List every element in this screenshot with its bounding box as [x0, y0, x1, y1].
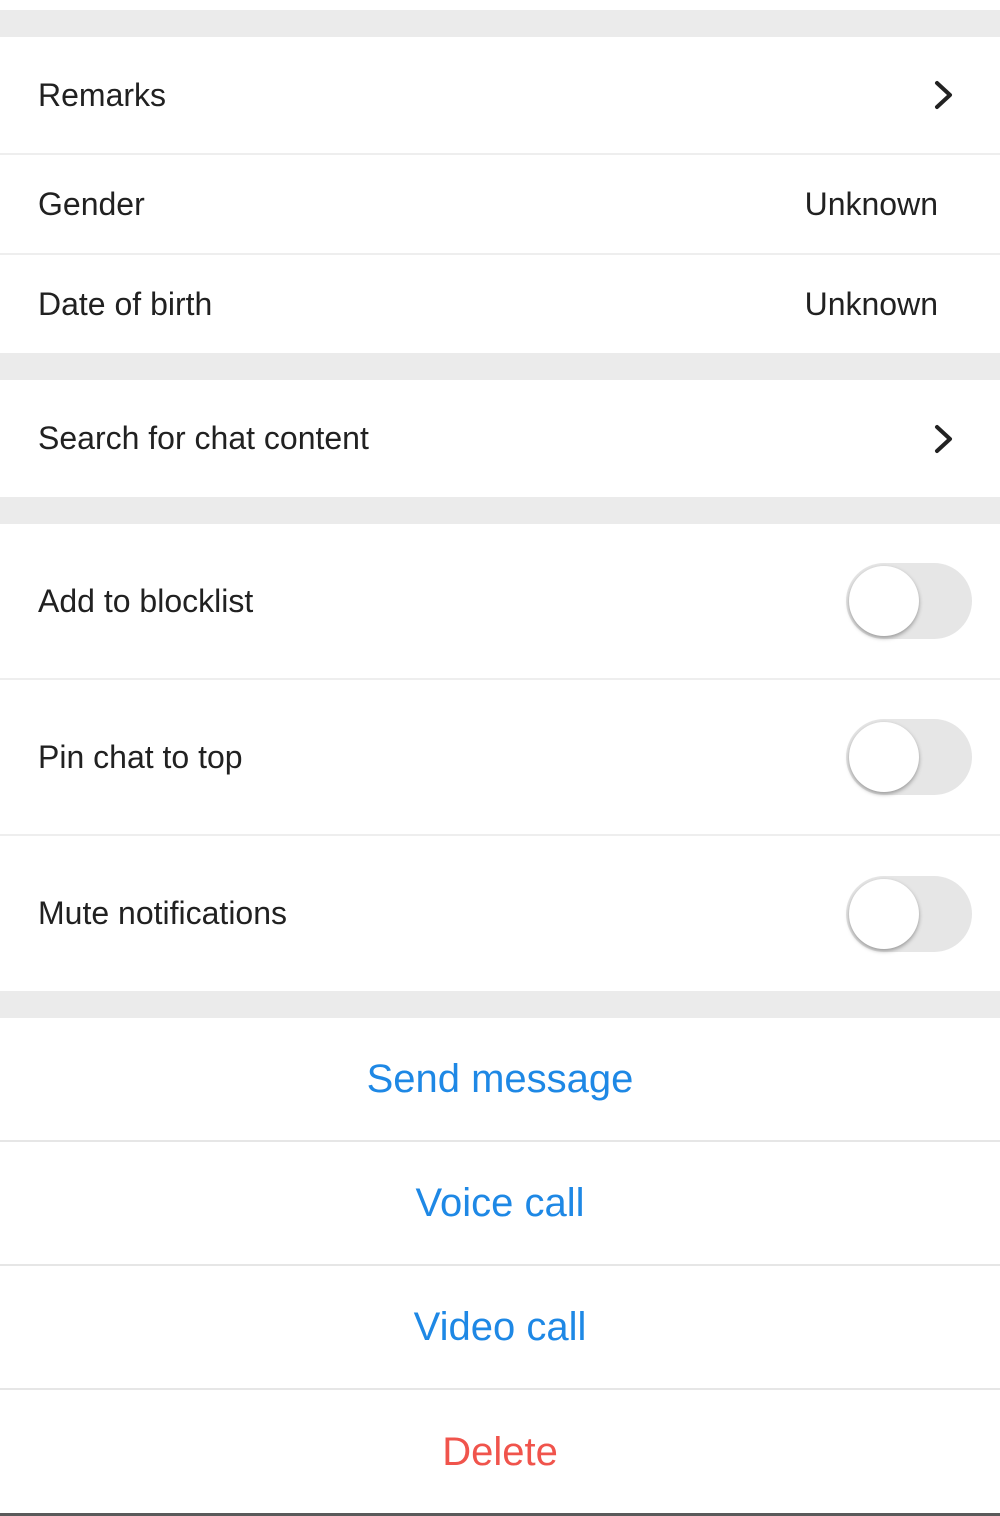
top-strip	[0, 0, 1000, 10]
profile-group: Remarks Gender Unknown Date of birth Unk…	[0, 37, 1000, 353]
gender-row[interactable]: Gender Unknown	[0, 155, 1000, 255]
chevron-right-icon	[922, 73, 966, 117]
mute-notifications-toggle[interactable]	[846, 875, 972, 952]
search-chat-content-label: Search for chat content	[38, 420, 369, 456]
mute-notifications-row: Mute notifications	[0, 836, 1000, 991]
mute-notifications-label: Mute notifications	[38, 895, 288, 931]
send-message-button[interactable]: Send message	[0, 1018, 1000, 1142]
search-chat-content-row[interactable]: Search for chat content	[0, 380, 1000, 497]
settings-group: Add to blocklist Pin chat to top Mute no…	[0, 524, 1000, 991]
toggle-knob	[849, 722, 919, 792]
gender-value: Unknown	[804, 185, 938, 222]
remarks-row[interactable]: Remarks	[0, 37, 1000, 155]
date-of-birth-value: Unknown	[804, 285, 938, 322]
voice-call-button[interactable]: Voice call	[0, 1142, 1000, 1266]
pin-chat-to-top-toggle[interactable]	[846, 719, 972, 795]
pin-chat-to-top-label: Pin chat to top	[38, 738, 243, 775]
remarks-label: Remarks	[38, 76, 167, 113]
add-to-blocklist-toggle[interactable]	[846, 563, 972, 639]
gender-label: Gender	[38, 185, 145, 222]
delete-button[interactable]: Delete	[0, 1390, 1000, 1514]
date-of-birth-label: Date of birth	[38, 285, 213, 322]
search-group: Search for chat content	[0, 380, 1000, 497]
actions-group: Send message Voice call Video call Delet…	[0, 1018, 1000, 1514]
pin-chat-to-top-row: Pin chat to top	[0, 680, 1000, 836]
video-call-button[interactable]: Video call	[0, 1266, 1000, 1390]
contact-settings-page: Remarks Gender Unknown Date of birth Unk…	[0, 0, 1000, 1516]
toggle-knob	[849, 878, 919, 949]
add-to-blocklist-label: Add to blocklist	[38, 582, 254, 619]
chevron-right-icon	[922, 417, 966, 461]
toggle-knob	[849, 566, 919, 636]
add-to-blocklist-row: Add to blocklist	[0, 524, 1000, 680]
date-of-birth-row[interactable]: Date of birth Unknown	[0, 255, 1000, 353]
